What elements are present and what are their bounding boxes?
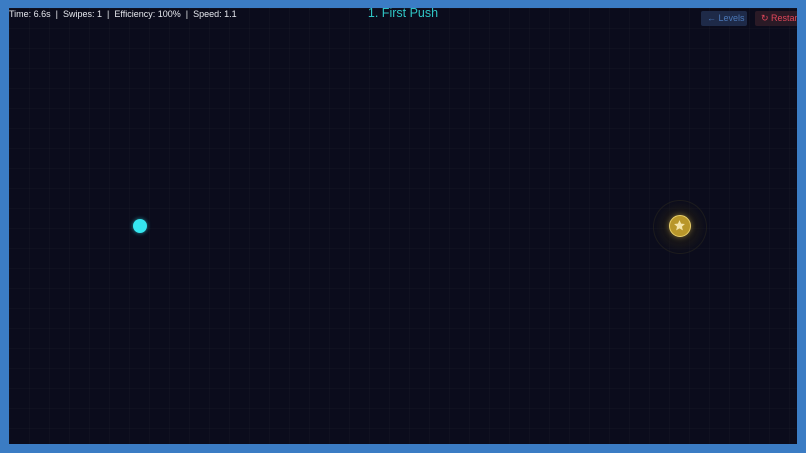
star-icon: [674, 220, 685, 231]
levels-button[interactable]: ← Levels: [701, 11, 747, 26]
restart-button[interactable]: ↻ Restart: [755, 11, 797, 26]
goal-target: [669, 215, 691, 237]
game-arena[interactable]: Time: 6.6s | Swipes: 1 | Efficiency: 100…: [9, 8, 797, 444]
player-ball[interactable]: [133, 219, 147, 233]
game-frame: Time: 6.6s | Swipes: 1 | Efficiency: 100…: [0, 0, 806, 453]
level-title: 1. First Push: [367, 8, 439, 20]
